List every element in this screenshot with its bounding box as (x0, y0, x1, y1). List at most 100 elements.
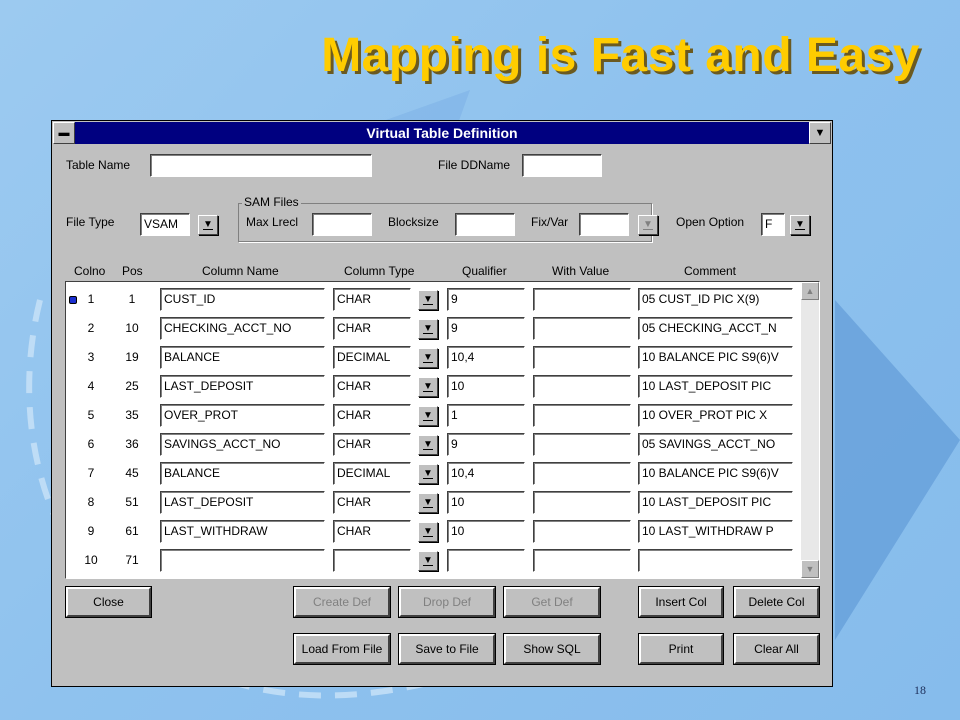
show-sql-button[interactable]: Show SQL (503, 633, 601, 665)
header-colno: Colno (74, 264, 106, 278)
comment-input[interactable]: 05 CUST_ID PIC X(9) (638, 288, 793, 311)
header-with-value: With Value (552, 264, 610, 278)
comment-input[interactable]: 05 SAVINGS_ACCT_NO (638, 433, 793, 456)
with-value-input[interactable] (533, 433, 631, 456)
open-option-select[interactable]: F (761, 213, 785, 236)
colno-cell: 3 (87, 350, 95, 364)
column-name-input[interactable]: LAST_WITHDRAW (160, 520, 325, 543)
drop-def-button[interactable]: Drop Def (398, 586, 496, 618)
minimize-icon[interactable]: ▼ (809, 122, 831, 144)
comment-input[interactable]: 10 LAST_DEPOSIT PIC (638, 491, 793, 514)
with-value-input[interactable] (533, 288, 631, 311)
column-type-select[interactable]: CHAR (333, 375, 411, 398)
column-type-select[interactable]: DECIMAL (333, 346, 411, 369)
qualifier-input[interactable]: 9 (447, 288, 525, 311)
with-value-input[interactable] (533, 346, 631, 369)
column-type-select[interactable]: CHAR (333, 520, 411, 543)
dropdown-arrow-icon[interactable]: ▼ (418, 319, 438, 339)
scroll-down-icon[interactable]: ▼ (801, 560, 819, 578)
column-type-select[interactable] (333, 549, 411, 572)
qualifier-input[interactable]: 10 (447, 375, 525, 398)
dropdown-arrow-icon[interactable]: ▼ (418, 435, 438, 455)
create-def-button[interactable]: Create Def (293, 586, 391, 618)
dropdown-arrow-icon[interactable]: ▼ (418, 290, 438, 310)
close-button[interactable]: Close (65, 586, 152, 618)
with-value-input[interactable] (533, 404, 631, 427)
table-name-field[interactable] (150, 154, 372, 177)
window-menu-icon[interactable]: ▬ (53, 122, 75, 144)
delete-col-button[interactable]: Delete Col (733, 586, 820, 618)
column-type-select[interactable]: DECIMAL (333, 462, 411, 485)
dropdown-arrow-icon[interactable]: ▼ (790, 215, 810, 235)
with-value-input[interactable] (533, 491, 631, 514)
clear-all-button[interactable]: Clear All (733, 633, 820, 665)
with-value-input[interactable] (533, 520, 631, 543)
dropdown-arrow-icon[interactable]: ▼ (638, 215, 658, 235)
qualifier-input[interactable]: 1 (447, 404, 525, 427)
table-row: 2 10 CHECKING_ACCT_NO CHAR ▼ 9 05 CHECKI… (66, 315, 801, 343)
column-name-input[interactable]: LAST_DEPOSIT (160, 491, 325, 514)
with-value-input[interactable] (533, 549, 631, 572)
comment-input[interactable]: 10 BALANCE PIC S9(6)V (638, 462, 793, 485)
scroll-up-icon[interactable]: ▲ (801, 282, 819, 300)
comment-input[interactable]: 10 LAST_DEPOSIT PIC (638, 375, 793, 398)
print-button[interactable]: Print (638, 633, 724, 665)
load-from-file-button[interactable]: Load From File (293, 633, 391, 665)
column-type-select[interactable]: CHAR (333, 288, 411, 311)
qualifier-input[interactable]: 10 (447, 520, 525, 543)
dropdown-arrow-icon[interactable]: ▼ (418, 493, 438, 513)
colno-cell: 9 (87, 524, 95, 538)
window-titlebar[interactable]: ▬ Virtual Table Definition ▼ (53, 122, 831, 144)
window-title: Virtual Table Definition (366, 125, 518, 141)
comment-input[interactable] (638, 549, 793, 572)
qualifier-input[interactable]: 10 (447, 491, 525, 514)
qualifier-input[interactable]: 10,4 (447, 346, 525, 369)
dropdown-arrow-icon[interactable]: ▼ (198, 215, 218, 235)
column-type-select[interactable]: CHAR (333, 317, 411, 340)
dropdown-arrow-icon[interactable]: ▼ (418, 464, 438, 484)
qualifier-input[interactable]: 9 (447, 433, 525, 456)
file-ddname-field[interactable] (522, 154, 602, 177)
with-value-input[interactable] (533, 375, 631, 398)
comment-input[interactable]: 10 OVER_PROT PIC X (638, 404, 793, 427)
pos-cell: 36 (125, 437, 139, 451)
column-name-input[interactable]: CUST_ID (160, 288, 325, 311)
virtual-table-definition-dialog: ▬ Virtual Table Definition ▼ Table Name … (51, 120, 833, 687)
max-lrecl-field[interactable] (312, 213, 372, 236)
comment-input[interactable]: 10 BALANCE PIC S9(6)V (638, 346, 793, 369)
fix-var-select[interactable] (579, 213, 629, 236)
file-type-select[interactable]: VSAM (140, 213, 190, 236)
column-name-input[interactable]: OVER_PROT (160, 404, 325, 427)
insert-col-button[interactable]: Insert Col (638, 586, 724, 618)
grid-scrollbar[interactable]: ▲ ▼ (801, 282, 819, 578)
qualifier-input[interactable]: 9 (447, 317, 525, 340)
comment-input[interactable]: 05 CHECKING_ACCT_N (638, 317, 793, 340)
dropdown-arrow-icon[interactable]: ▼ (418, 551, 438, 571)
qualifier-input[interactable] (447, 549, 525, 572)
column-name-input[interactable]: LAST_DEPOSIT (160, 375, 325, 398)
colno-cell: 6 (87, 437, 95, 451)
colno-cell: 5 (87, 408, 95, 422)
column-type-select[interactable]: CHAR (333, 433, 411, 456)
column-name-input[interactable] (160, 549, 325, 572)
column-name-input[interactable]: CHECKING_ACCT_NO (160, 317, 325, 340)
column-name-input[interactable]: BALANCE (160, 346, 325, 369)
dropdown-arrow-icon[interactable]: ▼ (418, 522, 438, 542)
blocksize-field[interactable] (455, 213, 515, 236)
table-row: 4 25 LAST_DEPOSIT CHAR ▼ 10 10 LAST_DEPO… (66, 373, 801, 401)
with-value-input[interactable] (533, 462, 631, 485)
save-to-file-button[interactable]: Save to File (398, 633, 496, 665)
column-name-input[interactable]: BALANCE (160, 462, 325, 485)
column-type-select[interactable]: CHAR (333, 491, 411, 514)
column-name-input[interactable]: SAVINGS_ACCT_NO (160, 433, 325, 456)
dropdown-arrow-icon[interactable]: ▼ (418, 377, 438, 397)
open-option-label: Open Option (676, 215, 745, 229)
dropdown-arrow-icon[interactable]: ▼ (418, 348, 438, 368)
with-value-input[interactable] (533, 317, 631, 340)
dropdown-arrow-icon[interactable]: ▼ (418, 406, 438, 426)
qualifier-input[interactable]: 10,4 (447, 462, 525, 485)
comment-input[interactable]: 10 LAST_WITHDRAW P (638, 520, 793, 543)
get-def-button[interactable]: Get Def (503, 586, 601, 618)
blocksize-label: Blocksize (388, 215, 439, 229)
column-type-select[interactable]: CHAR (333, 404, 411, 427)
